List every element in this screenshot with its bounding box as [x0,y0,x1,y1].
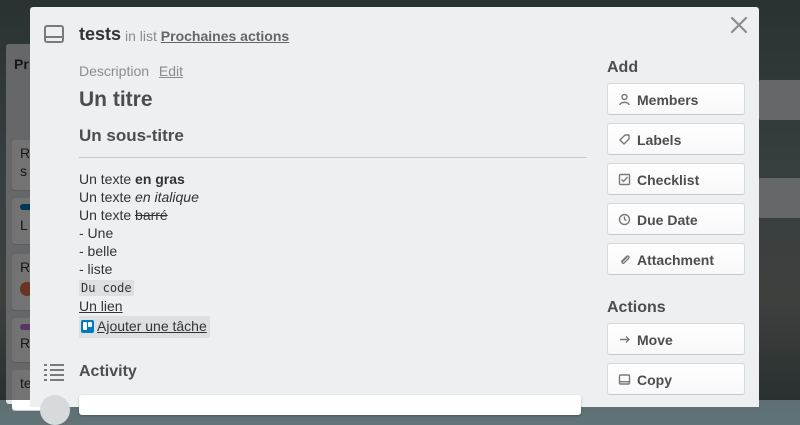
card-list-info: in list Prochaines actions [125,28,289,44]
card-title[interactable]: tests [79,24,121,45]
clock-icon [618,213,631,226]
text-prefix: Un texte [79,171,136,187]
bold-text: en gras [135,171,185,187]
attachment-line: Ajouter une tâche [79,315,587,338]
attachment-label: Attachment [637,252,715,268]
actions-section-title: Actions [607,299,666,316]
attachment-label: Ajouter une tâche [97,318,207,334]
person-icon [619,93,630,106]
trello-card-attachment[interactable]: Ajouter une tâche [79,316,210,338]
close-icon [730,16,748,34]
description-link[interactable]: Un lien [79,298,123,314]
activity-list-icon [44,363,66,386]
paperclip-icon [620,255,630,264]
copy-button[interactable]: Copy [607,363,745,395]
close-button[interactable] [727,13,751,37]
labels-button[interactable]: Labels [607,123,745,155]
list-item: - liste [79,261,113,277]
card-detail-modal: tests in list Prochaines actions Descrip… [30,7,759,425]
italic-text: en italique [135,189,199,205]
comment-input[interactable] [79,395,581,415]
bold-line: Un texte en gras [79,170,587,188]
strike-line: Un texte barré [79,206,587,224]
edit-description-link[interactable]: Edit [159,63,183,79]
checkbox-icon [618,173,631,186]
description-heading-2: Un sous-titre [79,126,184,145]
list-name-link[interactable]: Prochaines actions [161,28,289,44]
code-line: Du code [79,278,587,297]
list-item: - Une [79,225,114,241]
italic-line: Un texte en italique [79,188,587,206]
add-section-title: Add [607,59,639,76]
trello-icon [81,319,94,337]
description-body: Un texte en gras Un texte en italique Un… [79,170,587,338]
move-button[interactable]: Move [607,323,745,355]
divider [79,157,587,158]
move-label: Move [637,332,673,348]
arrow-right-icon [620,336,630,343]
activity-title: Activity [79,363,137,380]
description-header: Description Edit [79,63,183,79]
link-line: Un lien [79,297,587,315]
text-prefix: Un texte [79,189,136,205]
attachment-button[interactable]: Attachment [607,243,745,275]
checklist-label: Checklist [637,172,700,188]
in-list-prefix: in list [125,28,157,44]
list-item: - belle [79,243,118,259]
due-date-label: Due Date [637,212,698,228]
strikethrough-text: barré [135,207,168,223]
inline-code: Du code [79,280,134,296]
members-label: Members [637,92,699,108]
members-button[interactable]: Members [607,83,745,115]
description-label: Description [79,63,150,79]
card-icon [44,25,64,48]
due-date-button[interactable]: Due Date [607,203,745,235]
card-icon [618,374,631,385]
text-prefix: Un texte [79,207,136,223]
description-heading-1: Un titre [79,88,153,111]
checklist-button[interactable]: Checklist [607,163,745,195]
description-content: Un titre Un sous-titre Un texte en gras … [79,87,587,338]
tag-icon [619,134,630,145]
labels-label: Labels [637,132,682,148]
copy-label: Copy [637,372,672,388]
